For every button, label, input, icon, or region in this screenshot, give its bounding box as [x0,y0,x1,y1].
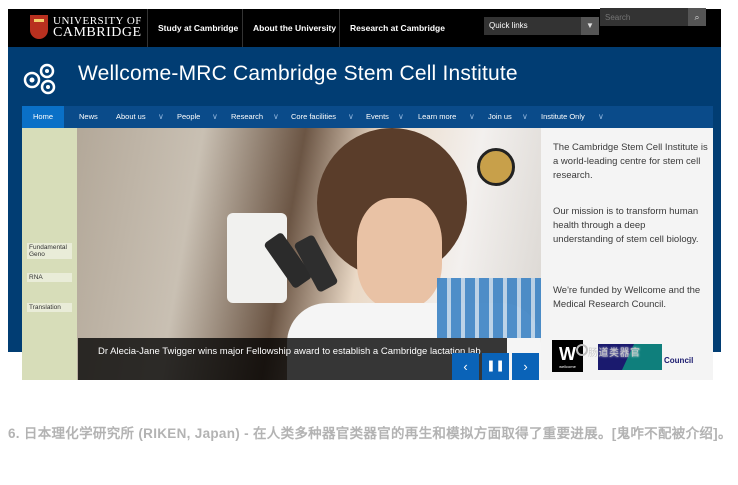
photo-face [357,198,442,308]
lab-tag: Translation [27,303,72,312]
crest-icon [30,15,48,39]
chevron-down-icon[interactable]: ∨ [158,106,164,128]
nav-core-facilities[interactable]: Core facilities [291,106,336,128]
university-logo[interactable]: UNIVERSITY OF CAMBRIDGE [30,15,142,40]
chevron-right-icon[interactable]: › [512,353,539,380]
chevron-down-icon[interactable]: ∨ [469,106,475,128]
nav-join-us[interactable]: Join us [488,106,512,128]
chevron-down-icon: ▼ [581,17,599,35]
nav-about-us[interactable]: About us [116,106,146,128]
topnav-study[interactable]: Study at Cambridge [147,9,248,47]
chevron-down-icon[interactable]: ∨ [398,106,404,128]
nav-home[interactable]: Home [22,106,65,128]
nav-learn-more[interactable]: Learn more [418,106,456,128]
mrc-logo-text: Council [664,356,694,365]
lab-tag: RNA [27,273,72,282]
nav-people[interactable]: People [177,106,200,128]
search-input[interactable] [600,8,688,26]
mission-paragraph: Our mission is to transform human health… [553,206,699,245]
wellcome-logo-sub: wellcome [559,364,576,369]
quick-links-dropdown[interactable]: Quick links ▼ [484,17,599,35]
institute-title[interactable]: Wellcome-MRC Cambridge Stem Cell Institu… [78,62,518,86]
nav-news[interactable]: News [79,106,98,128]
chevron-down-icon[interactable]: ∨ [598,106,604,128]
watermark: 肠道类器官 [588,348,641,359]
nav-research[interactable]: Research [231,106,263,128]
chevron-down-icon[interactable]: ∨ [348,106,354,128]
photo-tube-rack [437,278,541,338]
nav-institute-only[interactable]: Institute Only [541,106,585,128]
topnav-research[interactable]: Research at Cambridge [339,9,455,47]
search-icon[interactable]: ⌕ [688,8,706,26]
topnav-about[interactable]: About the University [242,9,346,47]
article-paragraph: 6. 日本理化学研究所 (RIKEN, Japan) - 在人类多种器官类器官的… [8,426,732,441]
pause-icon[interactable]: ❚❚ [482,353,509,380]
logo-line2: CAMBRIDGE [53,25,142,40]
wall-badge [477,148,515,186]
intro-paragraph: The Cambridge Stem Cell Institute is a w… [553,142,708,181]
slide-caption[interactable]: Dr Alecia-Jane Twigger wins major Fellow… [78,338,507,380]
chevron-left-icon[interactable]: ‹ [452,353,479,380]
lab-tag: Fundamental Geno [27,243,72,259]
chevron-down-icon[interactable]: ∨ [522,106,528,128]
chevron-down-icon[interactable]: ∨ [273,106,279,128]
chevron-down-icon[interactable]: ∨ [212,106,218,128]
wechat-icon [576,344,588,356]
quick-links-label: Quick links [489,21,528,30]
main-nav: Home News About us ∨ People ∨ Research ∨… [22,106,713,128]
nav-events[interactable]: Events [366,106,389,128]
hero-lab-wall: Fundamental Geno RNA Translation [22,128,77,380]
institute-logo-icon[interactable] [22,60,58,96]
university-wordmark: UNIVERSITY OF CAMBRIDGE [53,15,142,40]
funding-paragraph: We're funded by Wellcome and the Medical… [553,285,701,310]
